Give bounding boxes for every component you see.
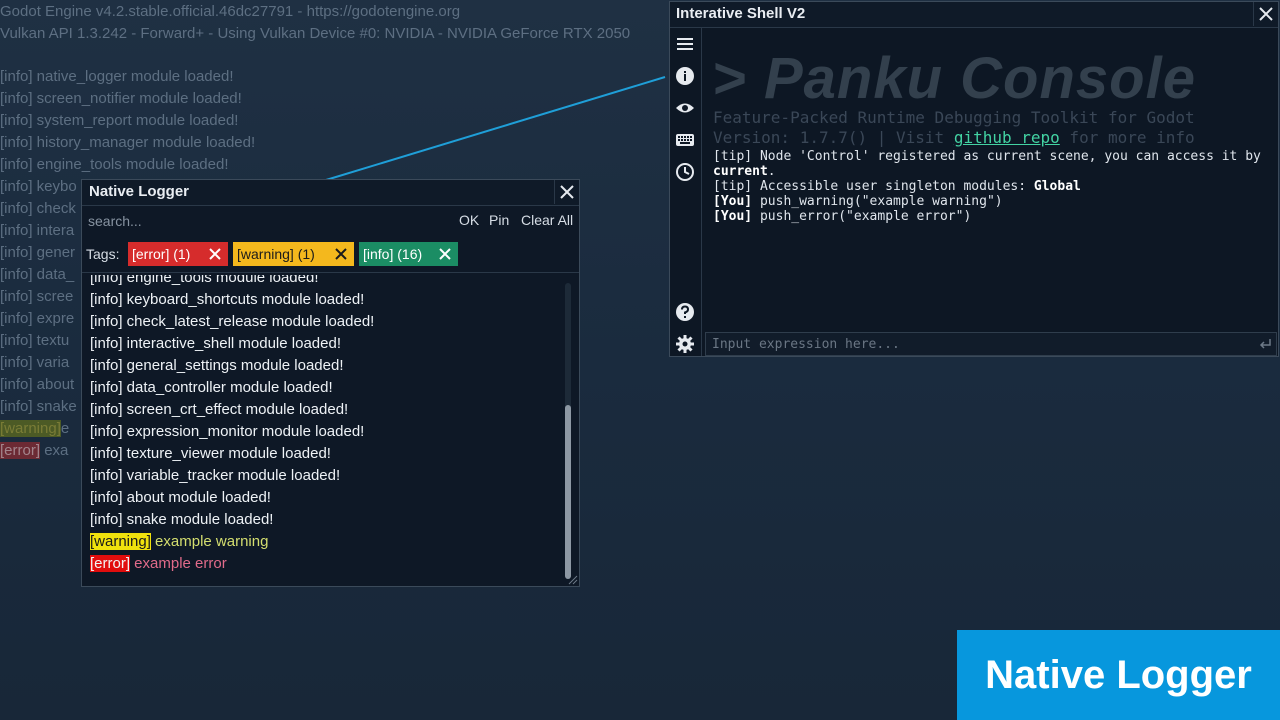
settings-icon <box>676 335 694 353</box>
log-line: [info] general_settings module loaded! <box>90 357 344 374</box>
tag-filter-bar: Tags: [error] (1) [warning] (1) [info] (… <box>82 238 579 273</box>
close-icon <box>560 185 574 199</box>
logger-toolbar: OK Pin Clear All <box>82 206 579 236</box>
command-text: push_error("example error") <box>752 209 972 224</box>
tip-line-continued: current. <box>713 164 776 179</box>
log-error-line: [error] example error <box>90 553 227 575</box>
user-command-line: [You] push_error("example error") <box>713 209 971 224</box>
tag-info-label: [info] (16) <box>363 246 423 262</box>
you-label: [You] <box>713 194 753 209</box>
error-tag: [error] <box>90 555 131 572</box>
monitor-button[interactable] <box>673 96 697 120</box>
tip-line: [tip] Accessible user singleton modules:… <box>713 179 1081 194</box>
log-line: [info] variable_tracker module loaded! <box>90 467 341 484</box>
ok-button[interactable]: OK <box>459 212 479 228</box>
info-icon <box>676 67 694 85</box>
info-button[interactable] <box>673 64 697 88</box>
menu-icon <box>677 38 693 50</box>
warning-message: example warning <box>150 533 269 550</box>
log-line: [info] data_controller module loaded! <box>90 379 333 396</box>
log-scroll-thumb[interactable] <box>565 405 571 579</box>
remove-tag-icon[interactable] <box>438 247 452 261</box>
tags-label: Tags: <box>86 246 120 262</box>
github-repo-link[interactable]: github repo <box>954 128 1060 147</box>
remove-tag-icon[interactable] <box>208 247 222 261</box>
log-line: [info] about module loaded! <box>90 489 271 506</box>
help-button[interactable] <box>673 300 697 324</box>
log-line: [info] screen_crt_effect module loaded! <box>90 401 349 418</box>
menu-button[interactable] <box>673 32 697 56</box>
warning-tag: [warning] <box>90 533 151 550</box>
log-line: [info] engine_tools module loaded! <box>90 275 319 286</box>
current-keyword: current <box>713 164 768 179</box>
keyboard-button[interactable] <box>673 128 697 152</box>
logger-search-input[interactable] <box>88 210 448 232</box>
eye-icon <box>676 103 694 113</box>
shell-sidebar <box>670 28 702 356</box>
history-icon <box>676 163 694 181</box>
interactive-shell-window[interactable]: Interative Shell V2 > Panku Console Feat… <box>669 1 1279 357</box>
log-line: [info] keyboard_shortcuts module loaded! <box>90 291 365 308</box>
help-icon <box>676 303 694 321</box>
expression-input-box[interactable] <box>705 332 1277 356</box>
enter-icon[interactable] <box>1258 337 1272 351</box>
log-scrollbar[interactable] <box>565 283 571 579</box>
logger-title-bar[interactable]: Native Logger <box>82 180 579 206</box>
shell-version-line: Version: 1.7.7() | Visit github repo for… <box>713 128 1195 147</box>
shell-close-button[interactable] <box>1253 2 1278 26</box>
command-text: push_warning("example warning") <box>752 194 1003 209</box>
error-message: example error <box>130 555 227 572</box>
log-line: [info] check_latest_release module loade… <box>90 313 375 330</box>
tip-line-end: . <box>767 164 776 179</box>
log-line: [info] interactive_shell module loaded! <box>90 335 341 352</box>
log-list[interactable]: [info] engine_tools module loaded! [info… <box>82 275 567 581</box>
keyboard-icon <box>676 134 694 146</box>
logger-title: Native Logger <box>89 183 190 200</box>
expression-input[interactable] <box>712 335 1252 353</box>
user-command-line: [You] push_warning("example warning") <box>713 194 1003 209</box>
log-line: [info] texture_viewer module loaded! <box>90 445 331 462</box>
tag-warning-label: [warning] (1) <box>237 246 315 262</box>
global-keyword: Global <box>1033 179 1081 194</box>
close-icon <box>1259 7 1273 21</box>
tip-line: [tip] Node 'Control' registered as curre… <box>713 149 1261 164</box>
log-line: [info] expression_monitor module loaded! <box>90 423 365 440</box>
shell-output: > Panku Console Feature-Packed Runtime D… <box>702 28 1278 328</box>
log-warning-line: [warning] example warning <box>90 531 268 553</box>
banner-text: Native Logger <box>985 652 1252 697</box>
pin-button[interactable]: Pin <box>489 212 509 228</box>
settings-button[interactable] <box>673 332 697 356</box>
feature-banner: Native Logger <box>957 630 1280 720</box>
tag-info[interactable]: [info] (16) <box>359 242 458 266</box>
logger-close-button[interactable] <box>554 180 579 204</box>
shell-title-bar[interactable]: Interative Shell V2 <box>670 2 1278 28</box>
tag-error[interactable]: [error] (1) <box>128 242 228 266</box>
shell-subtitle: Feature-Packed Runtime Debugging Toolkit… <box>713 108 1195 127</box>
log-line: [info] snake module loaded! <box>90 511 274 528</box>
remove-tag-icon[interactable] <box>334 247 348 261</box>
tag-error-label: [error] (1) <box>132 246 191 262</box>
panku-logo: > Panku Console <box>712 46 1196 111</box>
shell-title: Interative Shell V2 <box>676 5 806 22</box>
native-logger-window[interactable]: Native Logger OK Pin Clear All Tags: [er… <box>81 179 580 587</box>
version-suffix: for more info <box>1059 128 1195 147</box>
tag-warning[interactable]: [warning] (1) <box>233 242 354 266</box>
version-prefix: Version: 1.7.7() | Visit <box>713 128 954 147</box>
you-label: [You] <box>713 209 753 224</box>
clear-all-button[interactable]: Clear All <box>521 212 573 228</box>
resize-grip-icon[interactable] <box>568 575 578 585</box>
history-button[interactable] <box>673 160 697 184</box>
tip-text: [tip] Accessible user singleton modules: <box>713 179 1034 194</box>
